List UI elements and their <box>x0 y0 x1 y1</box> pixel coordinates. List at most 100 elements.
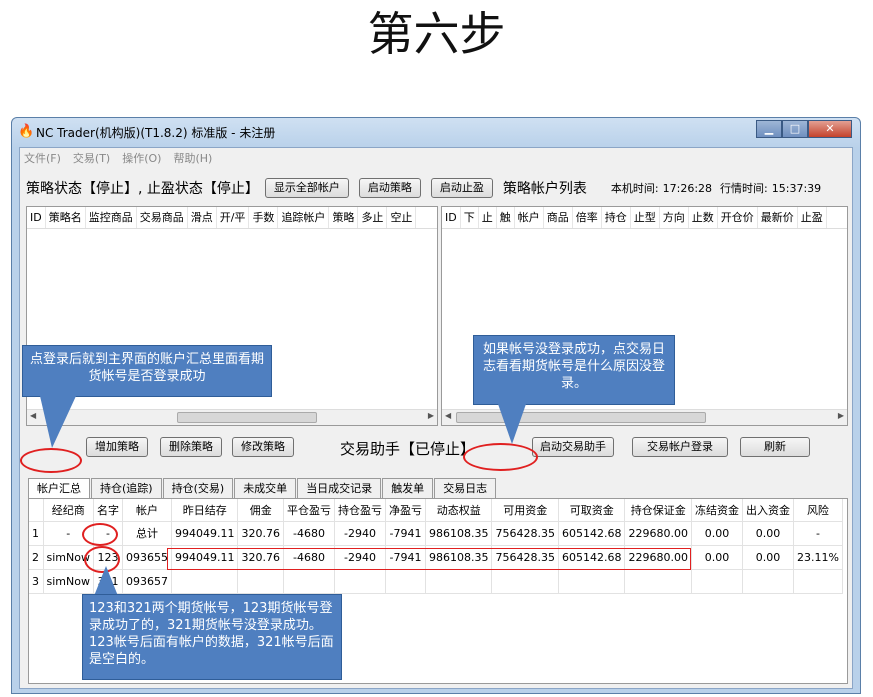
table-cell <box>171 569 239 594</box>
tab-highlight-ellipse <box>20 448 82 473</box>
tab-trigger-orders[interactable]: 触发单 <box>382 478 434 498</box>
col-header[interactable]: 冻结资金 <box>691 499 743 522</box>
show-all-accounts-button[interactable]: 显示全部帐户 <box>264 178 349 198</box>
table-cell <box>793 569 843 594</box>
tab-trade-log[interactable]: 交易日志 <box>434 478 497 498</box>
account-login-button[interactable]: 交易帐户登录 <box>632 437 728 457</box>
local-time: 17:26:28 <box>662 181 713 195</box>
start-strategy-button[interactable]: 启动策略 <box>358 178 421 198</box>
col-header[interactable]: 开仓价 <box>718 207 758 228</box>
col-header[interactable]: 止数 <box>689 207 718 228</box>
table-cell: 0.00 <box>742 545 794 570</box>
col-header[interactable]: 动态权益 <box>425 499 493 522</box>
scroll-thumb[interactable] <box>177 412 317 423</box>
col-header[interactable]: ID <box>27 207 46 228</box>
col-header[interactable]: 名字 <box>93 499 123 522</box>
tab-todays-trades[interactable]: 当日成交记录 <box>297 478 382 498</box>
col-header[interactable]: 可取资金 <box>558 499 626 522</box>
title-bar[interactable]: 🔥 NC Trader(机构版)(T1.8.2) 标准版 - 未注册 ▁ □ ✕ <box>12 118 860 146</box>
window-controls: ▁ □ ✕ <box>756 120 852 138</box>
col-header[interactable]: 交易商品 <box>137 207 188 228</box>
table-cell <box>425 569 493 594</box>
close-button[interactable]: ✕ <box>808 120 852 138</box>
table-cell: 0.00 <box>691 545 743 570</box>
scroll-left-icon[interactable]: ◀ <box>445 411 451 420</box>
col-header[interactable]: 触 <box>497 207 515 228</box>
login-tip-tail <box>40 396 76 448</box>
tab-account-summary[interactable]: 帐户汇总 <box>28 478 90 498</box>
scroll-right-icon[interactable]: ▶ <box>838 411 844 420</box>
col-header[interactable]: 倍率 <box>573 207 602 228</box>
col-header[interactable]: 平仓盈亏 <box>283 499 335 522</box>
col-header[interactable]: 空止 <box>387 207 417 228</box>
col-header[interactable]: 净盈亏 <box>385 499 426 522</box>
add-strategy-button[interactable]: 增加策略 <box>86 437 148 457</box>
table-cell: 3 <box>29 569 44 594</box>
menu-file[interactable]: 文件(F) <box>24 150 61 166</box>
accounts-tip-tail <box>94 566 118 596</box>
col-header[interactable]: 帐户 <box>122 499 172 522</box>
col-header[interactable]: 经纪商 <box>43 499 94 522</box>
table-cell <box>491 569 559 594</box>
accounts-tip-callout: 123和321两个期货帐号，123期货帐号登录成功了的，321期货帐号没登录成功… <box>82 594 342 680</box>
col-header[interactable]: 策略 <box>329 207 359 228</box>
horizontal-scrollbar[interactable]: ◀ ▶ <box>27 409 437 425</box>
scroll-right-icon[interactable]: ▶ <box>428 411 434 420</box>
start-helper-button[interactable]: 启动交易助手 <box>532 437 614 457</box>
col-header[interactable]: 可用资金 <box>491 499 559 522</box>
refresh-button[interactable]: 刷新 <box>740 437 810 457</box>
col-header[interactable]: 出入资金 <box>742 499 794 522</box>
col-header[interactable]: 多止 <box>358 207 388 228</box>
col-header[interactable]: 商品 <box>544 207 573 228</box>
col-header[interactable]: 止 <box>479 207 497 228</box>
table-cell <box>742 569 794 594</box>
col-header[interactable]: 下 <box>461 207 479 228</box>
login-tip-callout: 点登录后就到主界面的账户汇总里面看期货帐号是否登录成功 <box>22 345 272 397</box>
col-header[interactable]: 开/平 <box>217 207 250 228</box>
col-header[interactable]: 策略名 <box>46 207 86 228</box>
strategy-account-list-title: 策略帐户列表 <box>502 181 587 197</box>
table-cell: 986108.35 <box>425 521 493 546</box>
col-header[interactable]: 最新价 <box>758 207 798 228</box>
col-header[interactable]: 止盈 <box>798 207 827 228</box>
table-row[interactable]: 1 - - 总计 994049.11 320.76 -4680 -2940 -7… <box>29 521 843 546</box>
delete-strategy-button[interactable]: 删除策略 <box>160 437 222 457</box>
tab-pending-orders[interactable]: 未成交单 <box>234 478 297 498</box>
table-row[interactable]: 3 simNow 321 093657 <box>29 569 843 594</box>
col-header[interactable]: 滑点 <box>188 207 217 228</box>
start-takeprofit-button[interactable]: 启动止盈 <box>430 178 493 198</box>
col-header[interactable]: 昨日结存 <box>171 499 239 522</box>
col-header[interactable]: 持仓 <box>602 207 631 228</box>
menu-bar: 文件(F) 交易(T) 操作(O) 帮助(H) <box>20 148 852 168</box>
scroll-left-icon[interactable]: ◀ <box>30 411 36 420</box>
col-header[interactable]: 帐户 <box>515 207 544 228</box>
col-header[interactable]: 追踪帐户 <box>278 207 330 228</box>
table-cell: 1 <box>29 521 44 546</box>
col-header[interactable]: 持仓保证金 <box>624 499 692 522</box>
col-header[interactable] <box>29 499 44 522</box>
col-header[interactable]: 持仓盈亏 <box>334 499 386 522</box>
col-header[interactable]: ID <box>442 207 461 228</box>
table-cell: 2 <box>29 545 44 570</box>
col-header[interactable]: 方向 <box>660 207 689 228</box>
menu-help[interactable]: 帮助(H) <box>173 150 212 166</box>
maximize-button[interactable]: □ <box>782 120 808 138</box>
col-header[interactable]: 手数 <box>249 207 279 228</box>
table-cell: 994049.11 <box>171 521 239 546</box>
account-list-header: ID 下 止 触 帐户 商品 倍率 持仓 止型 方向 止数 开仓价 最新价 止盈 <box>442 207 847 229</box>
strategy-status: 策略状态【停止】, 止盈状态【停止】 <box>26 181 259 197</box>
modify-strategy-button[interactable]: 修改策略 <box>232 437 294 457</box>
col-header[interactable]: 佣金 <box>237 499 284 522</box>
tab-positions-trading[interactable]: 持仓(交易) <box>162 478 234 498</box>
col-header[interactable]: 止型 <box>631 207 660 228</box>
minimize-button[interactable]: ▁ <box>756 120 782 138</box>
slide-title: 第六步 <box>367 7 506 61</box>
table-cell: 229680.00 <box>624 521 692 546</box>
col-header[interactable]: 监控商品 <box>86 207 137 228</box>
menu-trade[interactable]: 交易(T) <box>73 150 110 166</box>
col-header[interactable]: 风险 <box>793 499 843 522</box>
scroll-thumb[interactable] <box>456 412 706 423</box>
menu-operate[interactable]: 操作(O) <box>122 150 161 166</box>
empty-row-highlight <box>167 548 691 570</box>
tab-positions-tracking[interactable]: 持仓(追踪) <box>91 478 162 498</box>
